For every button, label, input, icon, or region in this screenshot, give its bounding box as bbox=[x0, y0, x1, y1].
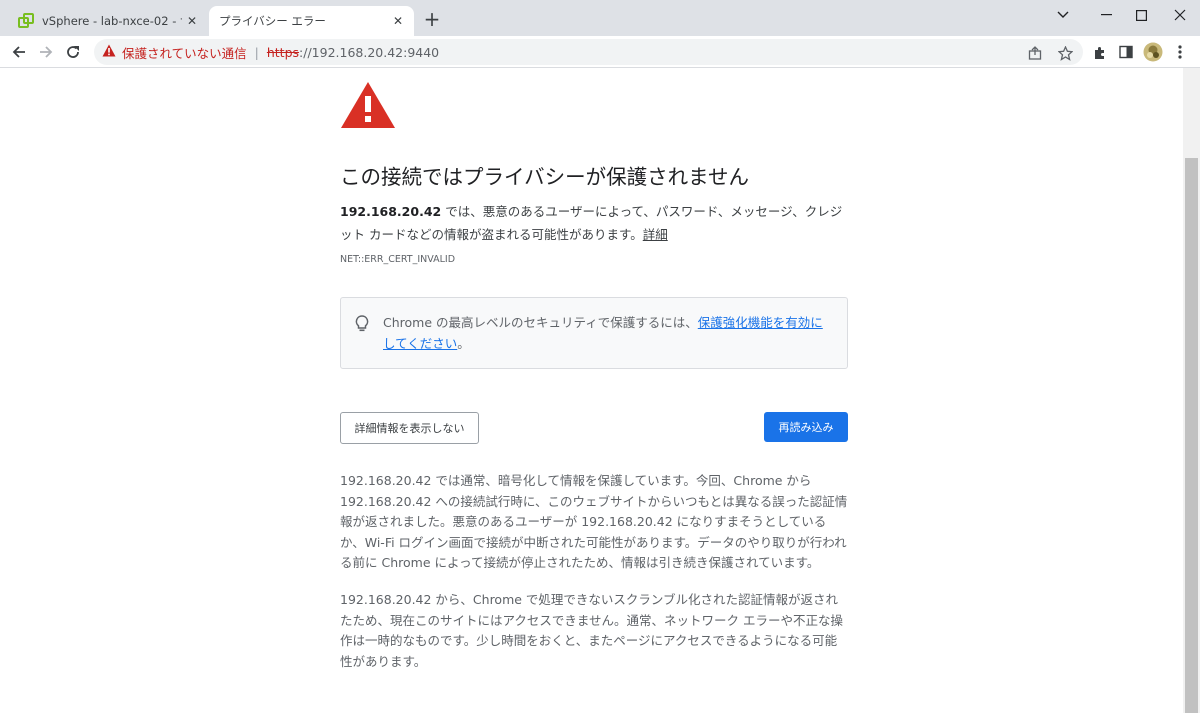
url-scheme: https bbox=[266, 44, 300, 60]
tab-strip: vSphere - lab-nxce-02 - サマリ ✕ プライバシー エラー… bbox=[0, 0, 1200, 36]
close-tab-icon[interactable]: ✕ bbox=[182, 11, 202, 31]
tab-search-icon[interactable] bbox=[1043, 0, 1083, 30]
minimize-icon[interactable] bbox=[1086, 0, 1126, 30]
share-icon[interactable] bbox=[1025, 43, 1045, 63]
profile-avatar[interactable] bbox=[1141, 40, 1165, 64]
vsphere-favicon-icon bbox=[18, 13, 34, 29]
address-bar[interactable]: 保護されていない通信 | https ://192.168.20.42:9440 bbox=[94, 39, 1083, 65]
details-paragraph-2: 192.168.20.42 から、Chrome で処理できないスクランブル化され… bbox=[340, 592, 843, 669]
enhanced-text: Chrome の最高レベルのセキュリティで保護するには、 bbox=[383, 315, 698, 330]
hide-details-button[interactable]: 詳細情報を表示しない bbox=[340, 412, 479, 444]
details-paragraph-1: 192.168.20.42 では通常、暗号化して情報を保護しています。今回、Ch… bbox=[340, 473, 848, 570]
not-secure-label[interactable]: 保護されていない通信 bbox=[122, 43, 247, 62]
tab-privacy-error[interactable]: プライバシー エラー ✕ bbox=[209, 6, 414, 36]
more-menu-icon[interactable] bbox=[1168, 40, 1192, 64]
omnibox-divider: | bbox=[254, 44, 259, 60]
url-host: ://192.168.20.42:9440 bbox=[299, 44, 440, 60]
reload-button[interactable]: 再読み込み bbox=[764, 412, 848, 442]
enhanced-protection-text: Chrome の最高レベルのセキュリティで保護するには、保護強化機能を有効にして… bbox=[383, 312, 833, 354]
error-code: NET::ERR_CERT_INVALID bbox=[340, 254, 456, 265]
forward-arrow-icon[interactable] bbox=[34, 40, 58, 64]
warning-triangle-icon bbox=[340, 80, 396, 130]
back-arrow-icon[interactable] bbox=[7, 40, 31, 64]
message-host: 192.168.20.42 bbox=[340, 204, 442, 219]
side-panel-icon[interactable] bbox=[1114, 40, 1138, 64]
tab-title: プライバシー エラー bbox=[219, 14, 326, 28]
not-secure-warning-icon[interactable] bbox=[102, 44, 116, 60]
maximize-icon[interactable] bbox=[1121, 0, 1161, 30]
reload-icon[interactable] bbox=[61, 40, 85, 64]
tab-title: vSphere - lab-nxce-02 - サマリ bbox=[42, 14, 182, 28]
scrollbar-thumb[interactable] bbox=[1185, 158, 1198, 713]
learn-more-link[interactable]: 詳細 bbox=[643, 227, 668, 242]
browser-toolbar: 保護されていない通信 | https ://192.168.20.42:9440 bbox=[0, 36, 1200, 68]
lightbulb-icon bbox=[354, 314, 370, 334]
close-window-icon[interactable] bbox=[1160, 0, 1200, 30]
enhanced-protection-box: Chrome の最高レベルのセキュリティで保護するには、保護強化機能を有効にして… bbox=[340, 297, 848, 369]
new-tab-button[interactable]: + bbox=[421, 9, 443, 31]
close-tab-icon[interactable]: ✕ bbox=[388, 11, 408, 31]
enhanced-suffix: 。 bbox=[457, 336, 470, 351]
page-title: この接続ではプライバシーが保護されません bbox=[340, 165, 749, 189]
tab-vsphere[interactable]: vSphere - lab-nxce-02 - サマリ ✕ bbox=[8, 6, 208, 36]
bookmark-star-icon[interactable] bbox=[1055, 43, 1075, 63]
extensions-puzzle-icon[interactable] bbox=[1087, 40, 1111, 64]
main-message: 192.168.20.42 では、悪意のあるユーザーによって、パスワード、メッセ… bbox=[340, 200, 848, 246]
